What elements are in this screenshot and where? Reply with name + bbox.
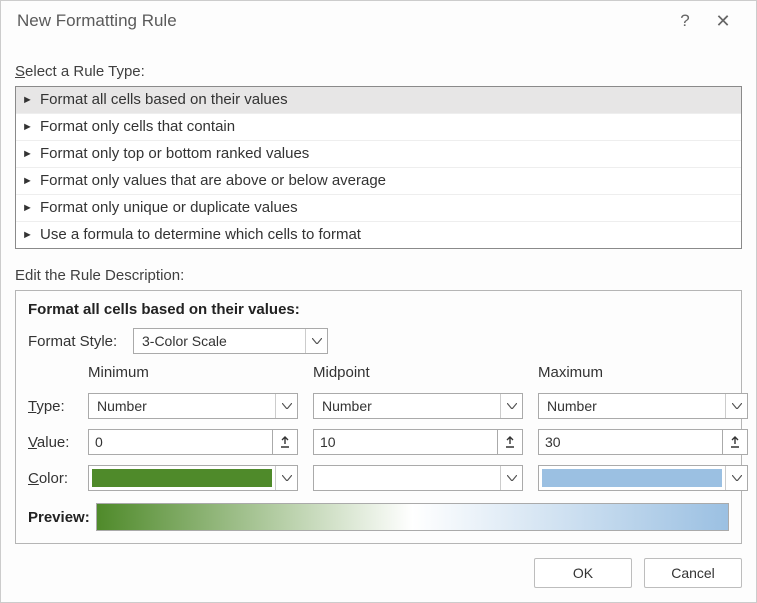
midpoint-value-input[interactable]: 10 xyxy=(313,429,497,455)
preview-label: Preview: xyxy=(28,509,90,526)
column-header-minimum: Minimum xyxy=(88,364,313,383)
color-swatch xyxy=(317,469,497,487)
pointer-icon: ► xyxy=(22,202,40,214)
pointer-icon: ► xyxy=(22,229,40,241)
midpoint-color-combo[interactable] xyxy=(313,465,523,491)
type-row-label: Type: xyxy=(28,398,88,415)
rule-type-list: ► Format all cells based on their values… xyxy=(15,86,742,249)
chevron-down-icon xyxy=(725,466,747,490)
rule-type-item-label: Format only cells that contain xyxy=(40,118,235,135)
pointer-icon: ► xyxy=(22,94,40,106)
help-button[interactable]: ? xyxy=(666,11,704,31)
range-picker-icon xyxy=(729,436,741,448)
format-style-label: Format Style: xyxy=(28,333,133,350)
value-row-label: Value: xyxy=(28,434,88,451)
maximum-value-range-picker[interactable] xyxy=(722,429,748,455)
rule-description-section-label: Edit the Rule Description: xyxy=(15,267,742,284)
close-button[interactable]: ✕ xyxy=(704,11,742,32)
rule-type-item[interactable]: ► Use a formula to determine which cells… xyxy=(16,222,741,248)
rule-type-item-label: Format only top or bottom ranked values xyxy=(40,145,309,162)
combo-value: Number xyxy=(322,398,372,414)
minimum-value-input[interactable]: 0 xyxy=(88,429,272,455)
range-picker-icon xyxy=(279,436,291,448)
maximum-color-combo[interactable] xyxy=(538,465,748,491)
rule-type-item[interactable]: ► Format all cells based on their values xyxy=(16,87,741,114)
chevron-down-icon xyxy=(725,394,747,418)
combo-value: Number xyxy=(547,398,597,414)
rule-type-item-label: Format only unique or duplicate values xyxy=(40,199,298,216)
rule-description-box: Format all cells based on their values: … xyxy=(15,290,742,544)
rule-type-item[interactable]: ► Format only cells that contain xyxy=(16,114,741,141)
minimum-color-combo[interactable] xyxy=(88,465,298,491)
column-header-maximum: Maximum xyxy=(538,364,757,383)
chevron-down-icon xyxy=(275,394,297,418)
ok-button[interactable]: OK xyxy=(534,558,632,588)
window-title: New Formatting Rule xyxy=(17,11,666,31)
format-style-combo[interactable]: 3-Color Scale xyxy=(133,328,328,354)
column-header-midpoint: Midpoint xyxy=(313,364,538,383)
maximum-value-input[interactable]: 30 xyxy=(538,429,722,455)
rule-type-item-label: Format all cells based on their values xyxy=(40,91,288,108)
preview-gradient xyxy=(96,503,729,531)
chevron-down-icon xyxy=(275,466,297,490)
midpoint-value-range-picker[interactable] xyxy=(497,429,523,455)
minimum-value-range-picker[interactable] xyxy=(272,429,298,455)
pointer-icon: ► xyxy=(22,175,40,187)
color-swatch xyxy=(542,469,722,487)
pointer-icon: ► xyxy=(22,121,40,133)
pointer-icon: ► xyxy=(22,148,40,160)
chevron-down-icon xyxy=(500,466,522,490)
rule-type-item-label: Format only values that are above or bel… xyxy=(40,172,386,189)
range-picker-icon xyxy=(504,436,516,448)
chevron-down-icon xyxy=(500,394,522,418)
cancel-button[interactable]: Cancel xyxy=(644,558,742,588)
rule-type-section-label: Select a Rule Type: xyxy=(15,63,742,80)
rule-type-item[interactable]: ► Format only values that are above or b… xyxy=(16,168,741,195)
maximum-type-combo[interactable]: Number xyxy=(538,393,748,419)
rule-type-item-label: Use a formula to determine which cells t… xyxy=(40,226,361,243)
rule-description-title: Format all cells based on their values: xyxy=(28,301,729,318)
rule-type-item[interactable]: ► Format only unique or duplicate values xyxy=(16,195,741,222)
format-style-value: 3-Color Scale xyxy=(142,333,227,349)
color-swatch xyxy=(92,469,272,487)
minimum-type-combo[interactable]: Number xyxy=(88,393,298,419)
combo-value: Number xyxy=(97,398,147,414)
title-bar: New Formatting Rule ? ✕ xyxy=(1,1,756,41)
color-row-label: Color: xyxy=(28,470,88,487)
midpoint-type-combo[interactable]: Number xyxy=(313,393,523,419)
chevron-down-icon xyxy=(305,329,327,353)
rule-type-item[interactable]: ► Format only top or bottom ranked value… xyxy=(16,141,741,168)
